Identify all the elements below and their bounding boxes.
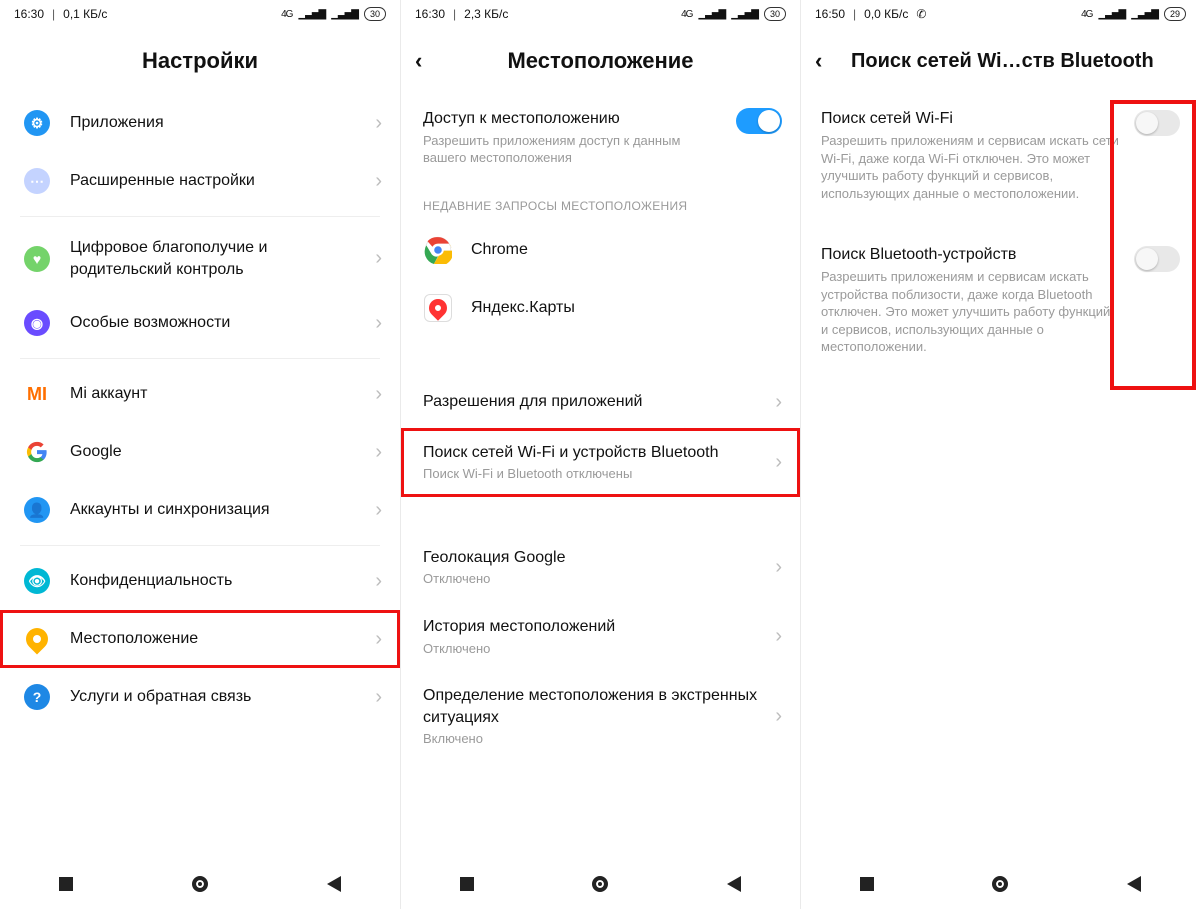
chevron-right-icon: › [775, 451, 782, 474]
settings-item-feedback[interactable]: ? Услуги и обратная связь › [0, 668, 400, 726]
wifi-scan-toggle[interactable] [1134, 110, 1180, 136]
signal-icon-2: ▁▃▅▇ [331, 9, 358, 20]
chevron-right-icon: › [375, 170, 382, 193]
nav-recent-icon[interactable] [460, 877, 474, 891]
settings-item-mi-account[interactable]: MI Mi аккаунт › [0, 365, 400, 423]
yandex-maps-icon [424, 294, 452, 322]
google-location-row[interactable]: Геолокация Google Отключено › [401, 533, 800, 602]
location-access-toggle[interactable] [736, 108, 782, 134]
settings-item-location[interactable]: Местоположение › [0, 610, 400, 668]
whatsapp-icon: ✆ [916, 7, 926, 21]
gear-icon: ⚙ [24, 110, 50, 136]
nav-home-icon[interactable] [992, 876, 1008, 892]
chrome-icon [424, 236, 452, 264]
chevron-right-icon: › [375, 441, 382, 464]
phone-location-settings: 16:30 | 2,3 КБ/с 4G ▁▃▅▇ ▁▃▅▇ 30 ‹ Место… [400, 0, 800, 909]
chevron-right-icon: › [375, 312, 382, 335]
status-bar: 16:50 | 0,0 КБ/с ✆ 4G ▁▃▅▇ ▁▃▅▇ 29 [801, 0, 1200, 28]
status-bar: 16:30 | 0,1 КБ/с 4G ▁▃▅▇ ▁▃▅▇ 30 [0, 0, 400, 28]
signal-icon-2: ▁▃▅▇ [731, 9, 758, 20]
eye-icon: 👁 [24, 568, 50, 594]
chevron-right-icon: › [375, 383, 382, 406]
back-button[interactable]: ‹ [815, 48, 822, 74]
more-icon: ⋯ [24, 168, 50, 194]
status-time: 16:30 [14, 7, 44, 21]
signal-icon-2: ▁▃▅▇ [1131, 9, 1158, 20]
wifi-bt-scan-row[interactable]: Поиск сетей Wi-Fi и устройств Bluetooth … [401, 428, 800, 497]
settings-item-advanced[interactable]: ⋯ Расширенные настройки › [0, 152, 400, 210]
settings-item-wellbeing[interactable]: ♥ Цифровое благополучие и родительский к… [0, 223, 400, 294]
google-logo-icon [26, 441, 48, 463]
location-access-row[interactable]: Доступ к местоположению Разрешить прилож… [401, 94, 800, 181]
back-button[interactable]: ‹ [415, 48, 422, 74]
location-history-row[interactable]: История местоположений Отключено › [401, 602, 800, 671]
signal-icon: ▁▃▅▇ [298, 9, 325, 20]
nav-back-icon[interactable] [1127, 876, 1141, 892]
battery-badge: 30 [764, 7, 786, 21]
page-title: ‹ Местоположение [401, 28, 800, 94]
nav-bar [801, 859, 1200, 909]
net-tag: 4G [1081, 9, 1092, 20]
settings-item-apps[interactable]: ⚙ Приложения › [0, 94, 400, 152]
nav-home-icon[interactable] [192, 876, 208, 892]
signal-icon: ▁▃▅▇ [698, 9, 725, 20]
recent-requests-label: НЕДАВНИЕ ЗАПРОСЫ МЕСТОПОЛОЖЕНИЯ [401, 181, 800, 221]
nav-back-icon[interactable] [327, 876, 341, 892]
bluetooth-scan-toggle[interactable] [1134, 246, 1180, 272]
status-net: 0,1 КБ/с [63, 7, 107, 21]
recent-app-yandex-maps[interactable]: Яндекс.Карты [401, 279, 800, 337]
signal-icon: ▁▃▅▇ [1098, 9, 1125, 20]
nav-bar [0, 859, 400, 909]
chevron-right-icon: › [375, 247, 382, 270]
chevron-right-icon: › [375, 112, 382, 135]
battery-badge: 30 [364, 7, 386, 21]
nav-bar [401, 859, 800, 909]
nav-back-icon[interactable] [727, 876, 741, 892]
chevron-right-icon: › [375, 686, 382, 709]
emergency-location-row[interactable]: Определение местоположения в экстренных … [401, 671, 800, 762]
help-icon: ? [24, 684, 50, 710]
net-tag: 4G [681, 9, 692, 20]
chevron-right-icon: › [775, 391, 782, 414]
battery-badge: 29 [1164, 7, 1186, 21]
mi-logo-icon: MI [27, 384, 47, 405]
wellbeing-icon: ♥ [24, 246, 50, 272]
app-permissions-row[interactable]: Разрешения для приложений › [401, 377, 800, 428]
bluetooth-scan-row[interactable]: Поиск Bluetooth-устройств Разрешить прил… [801, 230, 1200, 372]
accessibility-icon: ◉ [24, 310, 50, 336]
wifi-scan-row[interactable]: Поиск сетей Wi-Fi Разрешить приложениям … [801, 94, 1200, 218]
nav-recent-icon[interactable] [860, 877, 874, 891]
page-title: ‹ Поиск сетей Wi…ств Bluetooth [801, 28, 1200, 94]
location-pin-icon [21, 624, 52, 655]
recent-app-chrome[interactable]: Chrome [401, 221, 800, 279]
status-time: 16:50 [815, 7, 845, 21]
settings-item-accounts-sync[interactable]: 👤 Аккаунты и синхронизация › [0, 481, 400, 539]
status-time: 16:30 [415, 7, 445, 21]
settings-item-accessibility[interactable]: ◉ Особые возможности › [0, 294, 400, 352]
net-tag: 4G [281, 9, 292, 20]
chevron-right-icon: › [375, 628, 382, 651]
chevron-right-icon: › [775, 625, 782, 648]
account-icon: 👤 [24, 497, 50, 523]
settings-item-google[interactable]: Google › [0, 423, 400, 481]
chevron-right-icon: › [375, 570, 382, 593]
status-net: 2,3 КБ/с [464, 7, 508, 21]
settings-item-privacy[interactable]: 👁 Конфиденциальность › [0, 552, 400, 610]
chevron-right-icon: › [375, 499, 382, 522]
status-bar: 16:30 | 2,3 КБ/с 4G ▁▃▅▇ ▁▃▅▇ 30 [401, 0, 800, 28]
phone-scan-settings: 16:50 | 0,0 КБ/с ✆ 4G ▁▃▅▇ ▁▃▅▇ 29 ‹ Пои… [800, 0, 1200, 909]
chevron-right-icon: › [775, 556, 782, 579]
status-net: 0,0 КБ/с [864, 7, 908, 21]
chevron-right-icon: › [775, 705, 782, 728]
phone-settings-root: 16:30 | 0,1 КБ/с 4G ▁▃▅▇ ▁▃▅▇ 30 Настрой… [0, 0, 400, 909]
nav-recent-icon[interactable] [59, 877, 73, 891]
page-title: Настройки [0, 28, 400, 94]
nav-home-icon[interactable] [592, 876, 608, 892]
